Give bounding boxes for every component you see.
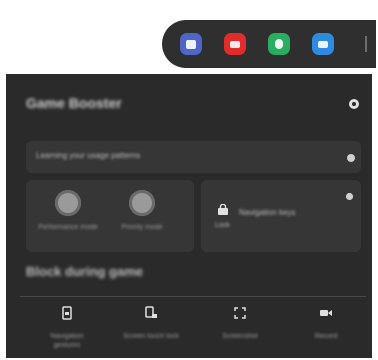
recent-apps-bar	[162, 20, 376, 68]
youtube-icon[interactable]	[224, 33, 246, 55]
block-section-title: Block during game	[26, 264, 144, 279]
info-icon[interactable]	[346, 153, 356, 163]
bottom-item-label: Navigation gestures	[50, 333, 84, 349]
lock-icon	[218, 204, 228, 215]
bottom-item-2[interactable]: Screen touch lock	[121, 306, 181, 341]
toggle-label-2: Priority mode	[121, 224, 163, 231]
panel-title: Game Booster	[26, 95, 122, 111]
bottom-item-label: Screen touch lock	[123, 333, 179, 340]
priority-toggle[interactable]	[129, 190, 155, 216]
bottom-item-1[interactable]: Navigation gestures	[37, 306, 97, 350]
bottom-item-label: Record	[314, 333, 338, 340]
screen-lock-icon	[62, 306, 72, 320]
gear-icon[interactable]	[347, 97, 361, 111]
lock-value: Navigation keys	[239, 208, 296, 217]
app-bar-divider	[365, 36, 367, 52]
lock-card[interactable]: Lock Navigation keys	[201, 180, 361, 252]
lock-label: Lock	[215, 222, 230, 229]
performance-toggle[interactable]	[55, 190, 81, 216]
bottom-item-4[interactable]: Record	[296, 306, 356, 341]
chat-app-icon[interactable]	[312, 33, 334, 55]
bottom-item-label: Screenshot	[222, 333, 258, 340]
bottom-item-3[interactable]: Screenshot	[210, 306, 270, 341]
messenger-app-icon[interactable]	[268, 33, 290, 55]
record-icon	[320, 310, 332, 316]
hint-text: Learning your usage patterns	[36, 151, 141, 160]
meeting-app-icon[interactable]	[180, 33, 202, 55]
toggles-card: Performance mode Priority mode	[26, 180, 194, 252]
divider	[20, 296, 366, 297]
touch-lock-icon	[145, 306, 157, 318]
toggle-label-1: Performance mode	[38, 224, 98, 231]
screenshot-icon	[234, 307, 246, 319]
info-icon[interactable]	[345, 192, 354, 201]
hint-card[interactable]: Learning your usage patterns	[26, 141, 361, 173]
